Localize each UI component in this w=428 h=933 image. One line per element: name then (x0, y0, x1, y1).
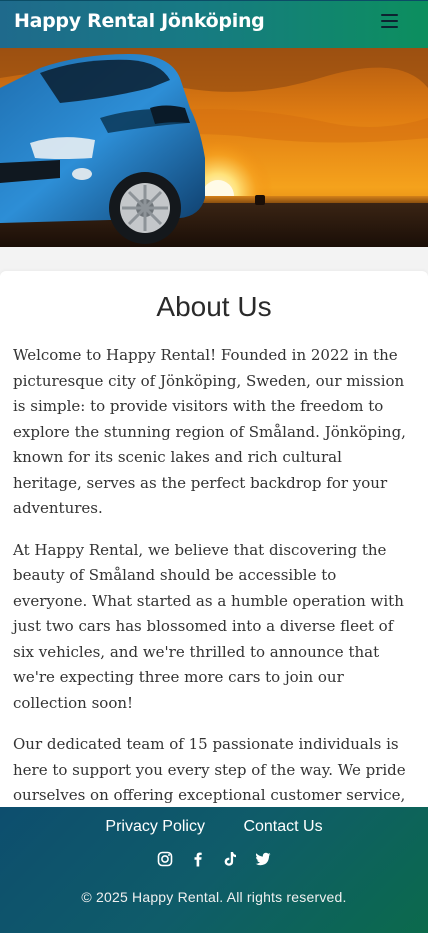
twitter-icon[interactable] (255, 851, 271, 867)
contact-us-link[interactable]: Contact Us (243, 818, 322, 835)
copyright-text: © 2025 Happy Rental. All rights reserved… (81, 889, 347, 905)
social-links (0, 850, 428, 868)
brand-title[interactable]: Happy Rental Jönköping (14, 10, 265, 32)
about-card: About Us Welcome to Happy Rental! Founde… (0, 271, 428, 881)
hero-suv-sunset-image (0, 48, 428, 247)
top-navbar: Happy Rental Jönköping (0, 0, 428, 48)
about-section: About Us Welcome to Happy Rental! Founde… (0, 247, 428, 881)
hero-image (0, 48, 428, 247)
privacy-policy-link[interactable]: Privacy Policy (105, 818, 205, 835)
tiktok-icon[interactable] (222, 851, 238, 867)
about-paragraph-1: Welcome to Happy Rental! Founded in 2022… (13, 346, 406, 517)
hamburger-menu-icon[interactable] (380, 11, 400, 33)
about-paragraph-2: At Happy Rental, we believe that discove… (13, 540, 404, 712)
about-title: About Us (156, 291, 272, 322)
instagram-icon[interactable] (157, 851, 173, 867)
facebook-icon[interactable] (190, 851, 206, 867)
footer-links: Privacy Policy Contact Us (0, 818, 428, 836)
footer: Privacy Policy Contact Us © 2025 Happy R… (0, 807, 428, 933)
page: Happy Rental Jönköping About Us Welcome … (0, 0, 428, 933)
